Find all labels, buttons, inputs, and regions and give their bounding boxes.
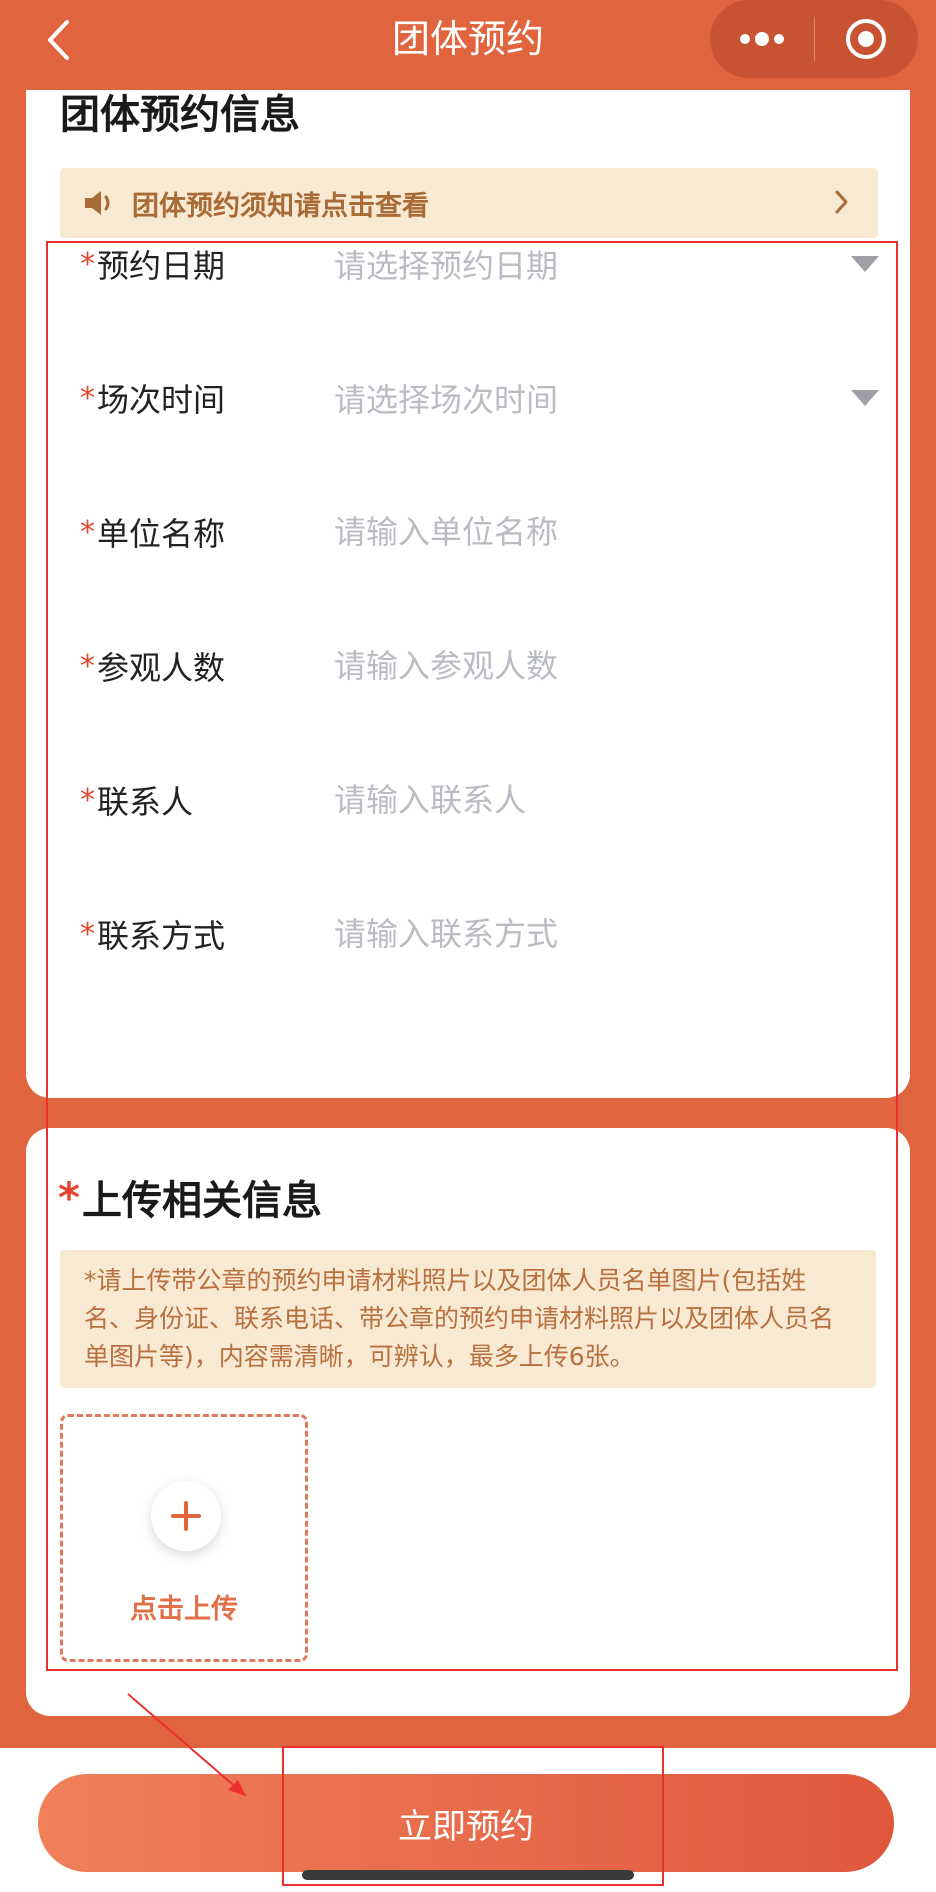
upload-hint: *请上传带公章的预约申请材料照片以及团体人员名单图片(包括姓名、身份证、联系电话… [60,1250,876,1388]
section-title: 团体预约信息 [60,92,300,138]
field-label: * 参观人数 [80,648,226,688]
session-picker[interactable]: 请选择场次时间 [334,375,794,421]
field-label: * 场次时间 [80,380,226,420]
target-circle-icon [846,19,887,59]
field-label: * 单位名称 [80,514,226,554]
form-row-organization: * 单位名称 [80,492,880,572]
notice-text: 团体预约须知请点击查看 [132,190,429,222]
mini-program-capsule [710,0,918,78]
bottom-bar: 立即预约 [0,1748,936,1892]
reservation-info-card: 团体预约信息 团体预约须知请点击查看 * 预约日期 请选择预约日期 * 场次时间 请… [26,90,910,1098]
speaker-icon [82,188,116,218]
form-row-visitors: * 参观人数 [80,626,880,706]
chevron-right-icon [834,188,850,220]
form-row-phone: * 联系方式 [80,894,880,974]
close-program-button[interactable] [815,0,919,78]
field-label: * 联系人 [80,782,194,822]
more-dots-icon [739,32,784,46]
form-row-date[interactable]: * 预约日期 请选择预约日期 [80,224,880,304]
more-button[interactable] [710,0,814,78]
triangle-down-icon [850,388,880,412]
field-label: * 预约日期 [80,246,226,286]
field-label: * 联系方式 [80,916,226,956]
visitor-count-input[interactable] [334,647,794,685]
form-row-contact: * 联系人 [80,760,880,840]
upload-card: * 上传相关信息 *请上传带公章的预约申请材料照片以及团体人员名单图片(包括姓名… [26,1128,910,1716]
contact-phone-input[interactable] [334,915,794,953]
upload-section-title: * 上传相关信息 [58,1172,322,1225]
home-indicator [302,1870,634,1880]
nav-bar: 团体预约 [0,0,936,90]
contact-name-input[interactable] [334,781,794,819]
organization-input[interactable] [334,513,794,551]
form-row-session[interactable]: * 场次时间 请选择场次时间 [80,358,880,438]
submit-reservation-button[interactable]: 立即预约 [38,1774,894,1872]
triangle-down-icon [850,254,880,278]
upload-label: 点击上传 [130,1594,238,1625]
date-picker[interactable]: 请选择预约日期 [334,241,794,287]
upload-button[interactable]: 点击上传 [60,1414,308,1662]
plus-icon [151,1481,221,1551]
